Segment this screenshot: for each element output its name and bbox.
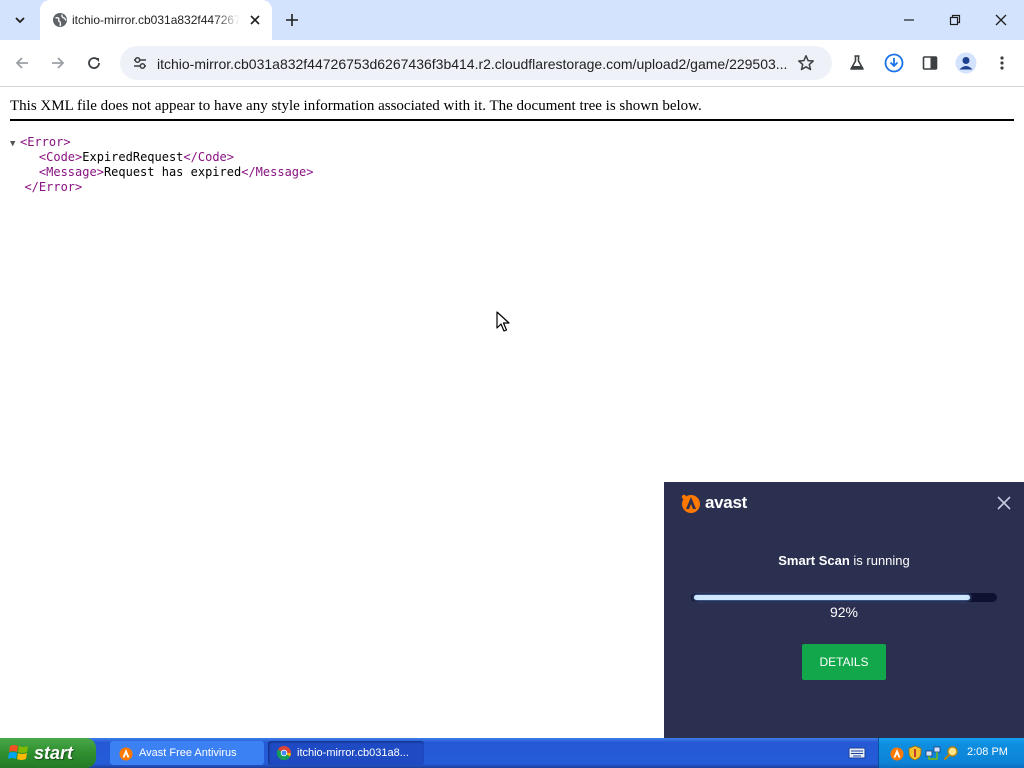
plus-icon [286, 14, 298, 26]
security-shield-icon[interactable] [907, 745, 923, 761]
start-label: start [34, 742, 74, 763]
scan-name: Smart Scan [778, 553, 850, 568]
avast-icon [119, 747, 133, 761]
avast-logo: avast [680, 492, 747, 514]
xml-tag: <Error> [20, 135, 71, 149]
chrome-icon [276, 746, 291, 761]
menu-button[interactable] [988, 49, 1016, 77]
keyboard-icon[interactable] [848, 745, 866, 761]
more-vert-icon [1000, 56, 1004, 70]
site-info-button[interactable] [128, 51, 152, 75]
scan-progress-bar [691, 593, 997, 602]
xml-code-value: ExpiredRequest [82, 150, 184, 164]
restore-button[interactable] [943, 8, 967, 32]
forward-button[interactable] [44, 49, 72, 77]
minimize-button[interactable] [897, 8, 921, 32]
profile-button[interactable] [952, 49, 980, 77]
windows-logo-icon [8, 745, 28, 760]
xml-tag: </Error> [24, 180, 83, 194]
search-icon[interactable] [943, 745, 959, 761]
avast-close-button[interactable] [994, 493, 1014, 513]
bookmark-button[interactable] [794, 51, 818, 75]
reload-button[interactable] [80, 49, 108, 77]
taskbar-item-label: itchio-mirror.cb031a8... [297, 747, 409, 759]
reload-icon [88, 57, 100, 69]
tab-strip: itchio-mirror.cb031a832f44726753d6267436… [0, 0, 1024, 40]
downloads-button[interactable] [880, 49, 908, 77]
labs-button[interactable] [843, 49, 871, 77]
download-icon [884, 53, 904, 73]
xml-tag: <Code> [38, 150, 83, 164]
system-tray: 2:08 PM [878, 738, 1024, 768]
xml-tag: <Message> [38, 165, 104, 179]
xml-root-open-line: ▼ <Error> [10, 135, 313, 150]
avast-tray-icon[interactable] [889, 745, 905, 761]
scan-state: is running [849, 553, 910, 568]
xml-message-line: <Message>Request has expired</Message> [10, 165, 314, 180]
xml-message-value: Request has expired [103, 165, 242, 179]
minimize-icon [904, 19, 914, 21]
star-icon [798, 55, 814, 71]
close-icon [997, 496, 1011, 510]
mouse-cursor-icon [496, 311, 510, 332]
browser-toolbar: itchio-mirror.cb031a832f44726753d6267436… [0, 40, 1024, 87]
taskbar-item-label: Avast Free Antivirus [139, 747, 237, 759]
avast-popup: avast Smart Scan is running 92% DETAILS [664, 482, 1024, 738]
flask-icon [850, 55, 864, 70]
taskbar-item-avast[interactable]: Avast Free Antivirus [110, 741, 264, 765]
tab-title: itchio-mirror.cb031a832f44726753d6267436… [72, 13, 240, 27]
start-button[interactable]: start [0, 738, 96, 768]
avast-brand-text: avast [705, 493, 747, 512]
taskbar-item-chrome[interactable]: itchio-mirror.cb031a8... [268, 741, 424, 765]
details-button[interactable]: DETAILS [802, 644, 886, 680]
network-icon[interactable] [925, 745, 941, 761]
tab-search-button[interactable] [6, 6, 34, 34]
tab-close-button[interactable] [246, 11, 264, 29]
avast-logo-icon [681, 494, 700, 513]
back-button[interactable] [8, 49, 36, 77]
xml-tag: </Message> [241, 165, 314, 179]
restore-icon [949, 14, 961, 26]
tune-icon [134, 57, 146, 69]
avatar-icon [955, 52, 977, 74]
xml-tree: ▼ <Error> <Code>ExpiredRequest</Code> <Me… [10, 135, 313, 195]
taskbar: start Avast Free Antivirus itchio-mirror… [0, 738, 1024, 768]
browser-tab[interactable]: itchio-mirror.cb031a832f44726753d6267436… [40, 0, 272, 40]
close-window-button[interactable] [989, 8, 1013, 32]
new-tab-button[interactable] [280, 8, 304, 32]
chevron-down-icon [15, 17, 25, 24]
scan-progress-fill [694, 595, 970, 600]
scan-status-text: Smart Scan is running [664, 553, 1024, 569]
close-icon [995, 14, 1007, 26]
xml-code-line: <Code>ExpiredRequest</Code> [10, 150, 313, 165]
url-text[interactable]: itchio-mirror.cb031a832f44726753d6267436… [157, 55, 791, 73]
scan-progress-label: 92% [829, 604, 859, 620]
clock: 2:08 PM [967, 746, 1008, 758]
address-bar[interactable]: itchio-mirror.cb031a832f44726753d6267436… [120, 46, 832, 80]
xml-tag: </Code> [183, 150, 234, 164]
arrow-left-icon [15, 57, 28, 69]
xml-style-notice: This XML file does not appear to have an… [10, 98, 702, 114]
divider [10, 119, 1014, 121]
close-icon [250, 15, 260, 25]
xml-root-close-line: </Error> [10, 180, 313, 195]
arrow-right-icon [52, 57, 65, 69]
side-panel-button[interactable] [916, 49, 944, 77]
globe-icon [53, 13, 67, 27]
side-panel-icon [922, 56, 938, 70]
